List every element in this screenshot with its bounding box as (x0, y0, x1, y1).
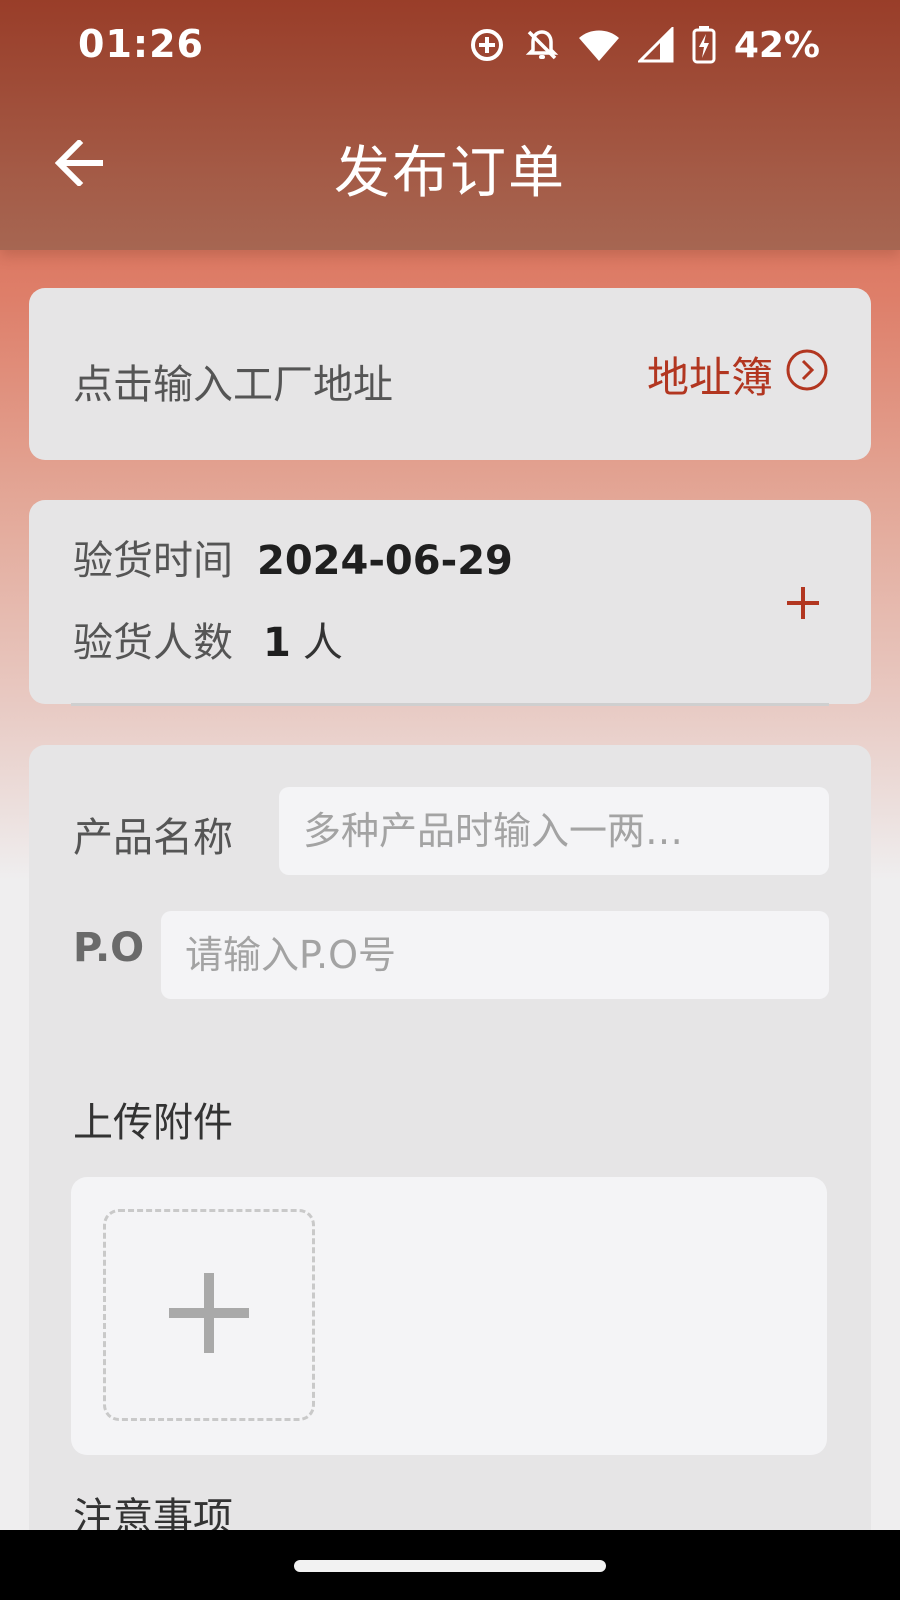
factory-address-placeholder: 点击输入工厂地址 (73, 362, 393, 408)
signal-icon (637, 27, 674, 63)
upload-attachment-area (71, 1177, 827, 1455)
wifi-icon (578, 28, 620, 62)
home-indicator[interactable] (294, 1560, 606, 1572)
status-time: 01:26 (78, 22, 204, 66)
status-bar: 01:26 42% (0, 0, 900, 92)
navigation-bar (0, 1530, 900, 1600)
product-name-input[interactable] (279, 787, 829, 875)
inspector-count-row[interactable]: 验货人数 1 人 (73, 610, 343, 668)
inspector-count-label: 验货人数 (73, 620, 233, 666)
factory-address-card[interactable]: 点击输入工厂地址 地址簿 (29, 288, 871, 460)
data-saver-icon (468, 26, 506, 64)
status-icons: 42% (468, 20, 820, 70)
address-book-label: 地址簿 (646, 353, 773, 402)
add-inspection-button[interactable] (785, 578, 821, 632)
inspection-time-row[interactable]: 验货时间 2024-06-29 (73, 528, 513, 586)
plus-icon (785, 578, 821, 632)
inspection-divider (71, 703, 829, 706)
plus-icon (167, 1271, 251, 1359)
battery-charging-icon (692, 26, 716, 64)
inspector-count-value: 1 (263, 620, 291, 666)
inspection-time-value: 2024-06-29 (257, 538, 513, 584)
inspection-card: 验货时间 2024-06-29 验货人数 1 人 (29, 500, 871, 706)
battery-percent: 42% (733, 24, 820, 66)
page-title: 发布订单 (334, 141, 566, 206)
product-card: 产品名称 P.O 上传附件 注意事项 (29, 745, 871, 1600)
notifications-off-icon (524, 27, 560, 63)
chevron-right-circle-icon (785, 348, 829, 402)
address-book-button[interactable]: 地址簿 (647, 344, 829, 405)
po-label: P.O (73, 925, 145, 971)
inspection-time-label: 验货时间 (73, 538, 233, 584)
inspector-count-unit: 人 (302, 620, 343, 666)
product-name-label: 产品名称 (73, 815, 233, 861)
po-number-input[interactable] (161, 911, 829, 999)
upload-attachment-label: 上传附件 (73, 1100, 233, 1146)
add-attachment-button[interactable] (103, 1209, 315, 1421)
